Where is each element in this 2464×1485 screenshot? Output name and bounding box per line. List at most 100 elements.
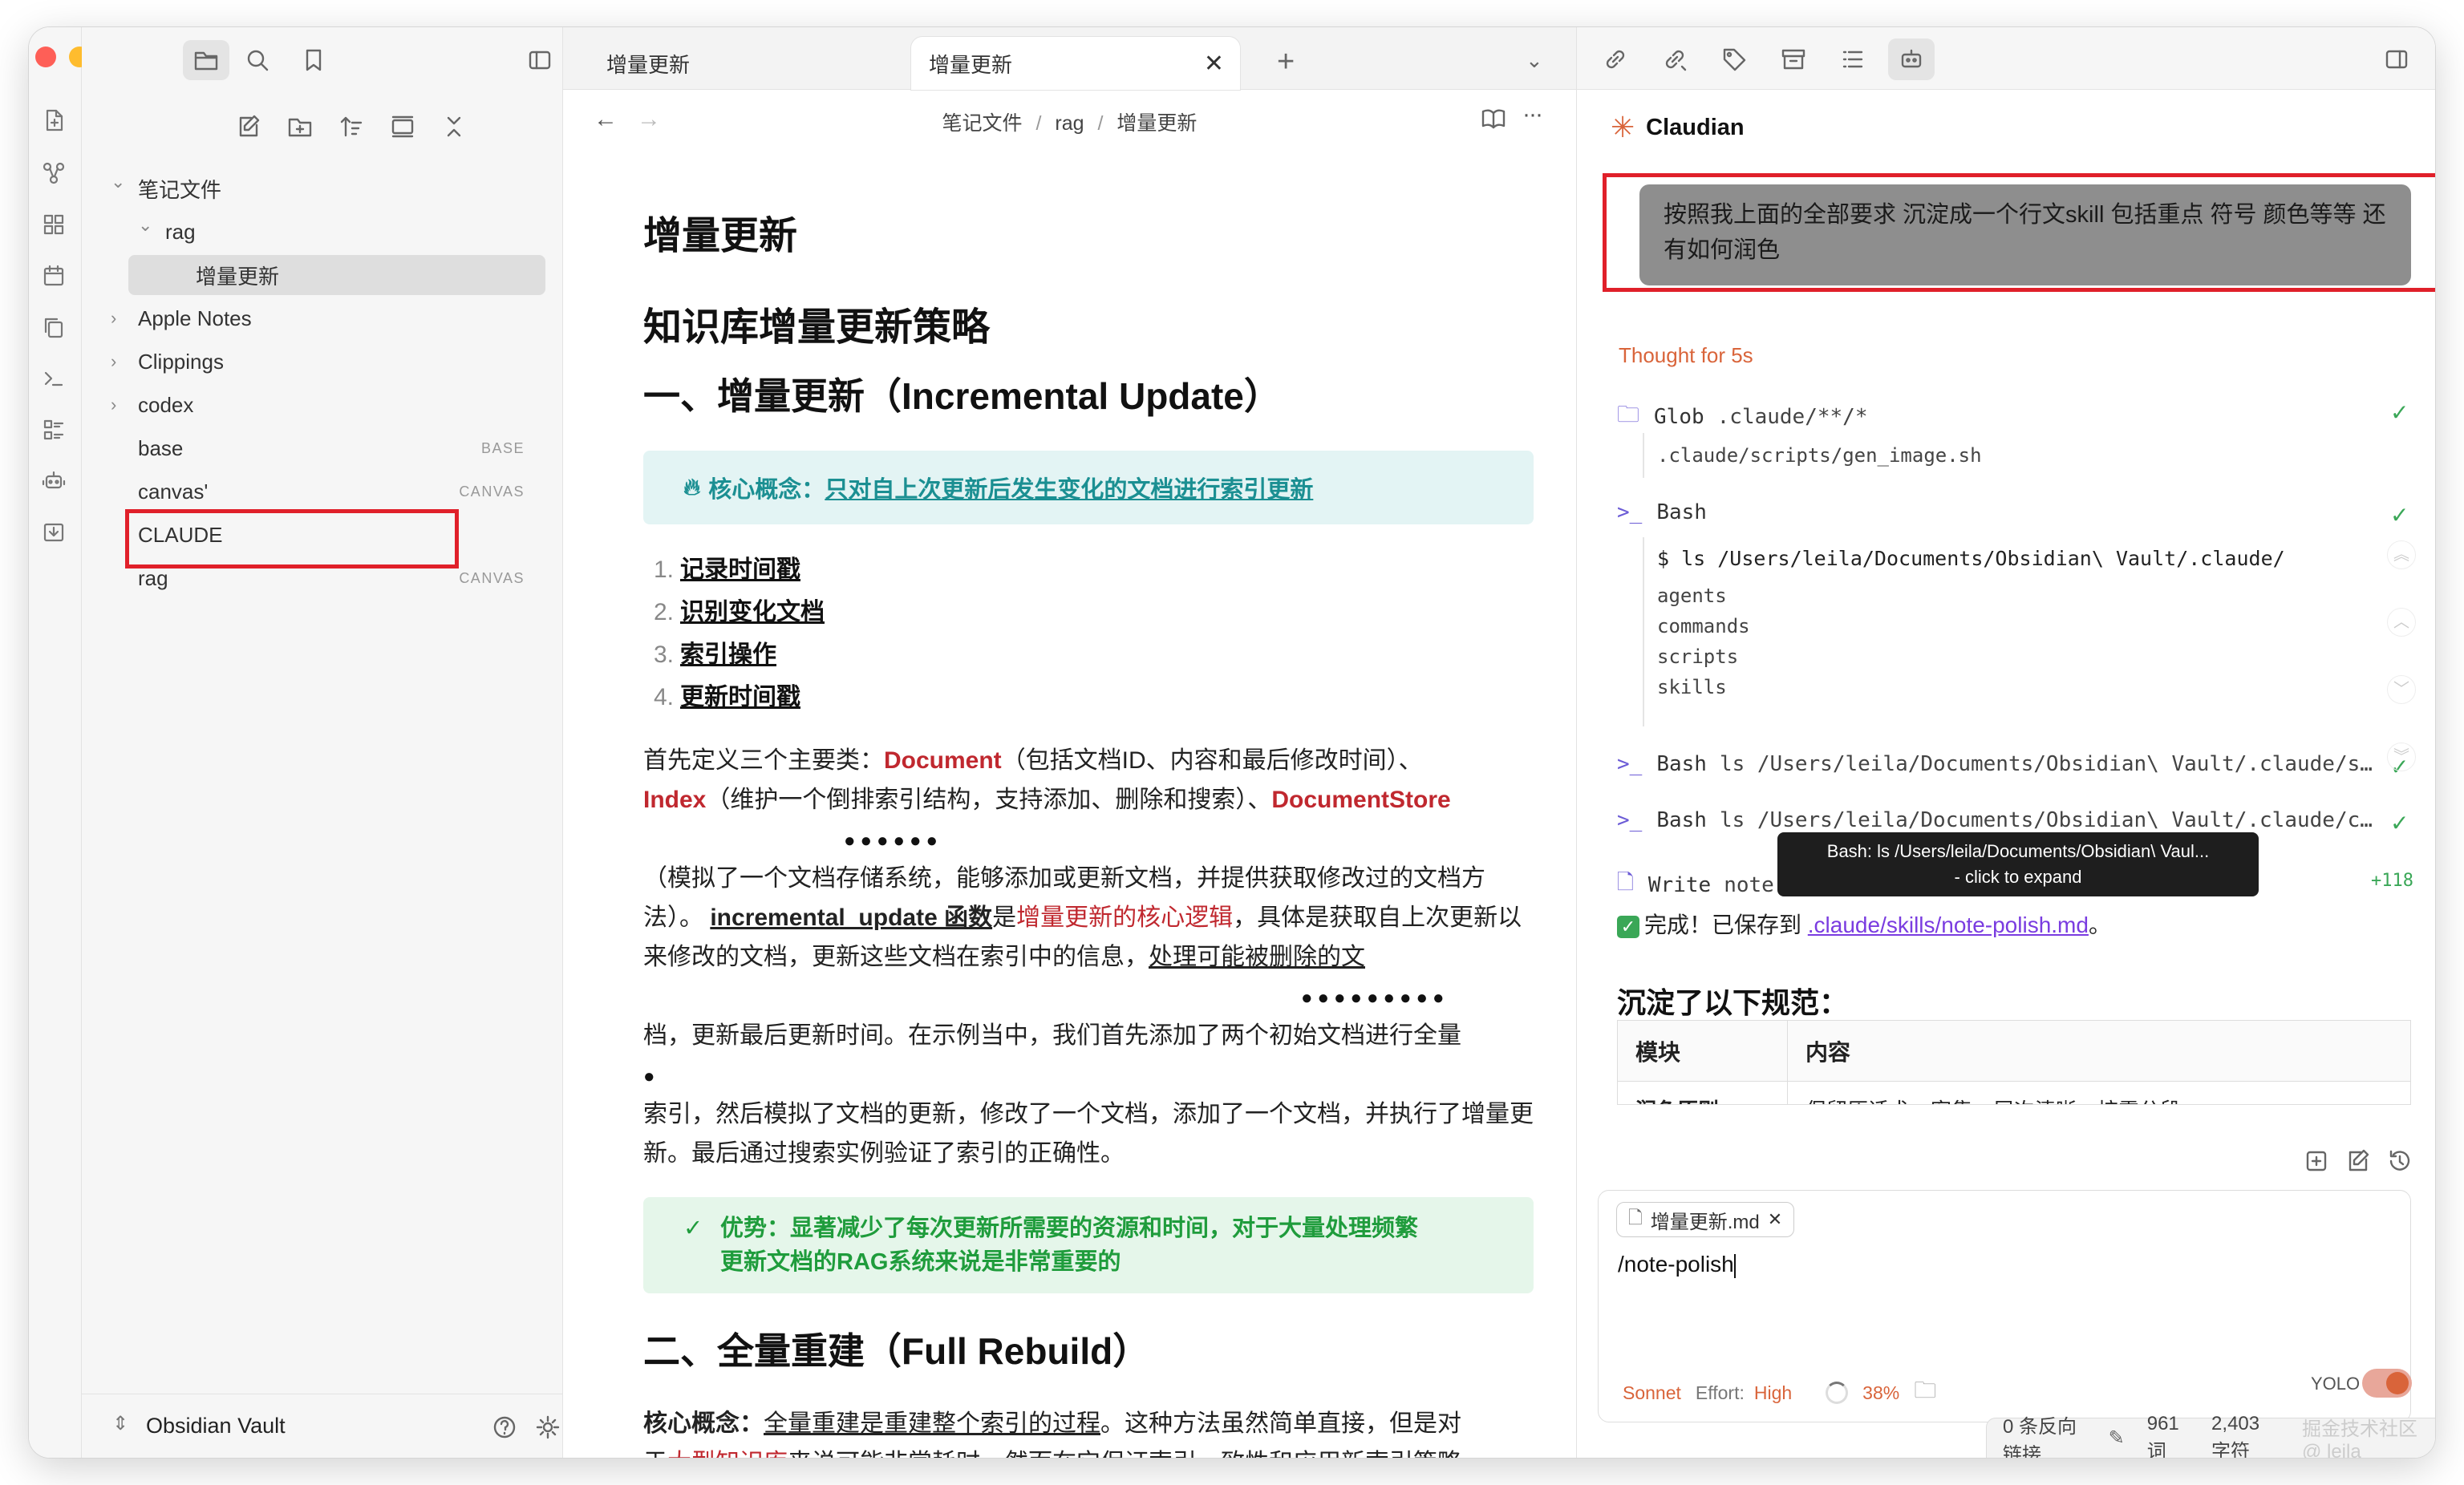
file-type-badge: BASE bbox=[480, 439, 525, 456]
heading-full-rebuild: 二、全量重建（Full Rebuild） bbox=[643, 1330, 1150, 1372]
chevron-right-icon[interactable]: › bbox=[111, 395, 116, 415]
folder-search-icon: 🗀 bbox=[1617, 402, 1640, 427]
help-icon[interactable] bbox=[489, 1412, 520, 1443]
graph-icon[interactable] bbox=[41, 160, 70, 189]
success-check-icon: ✓ bbox=[2390, 503, 2409, 528]
breadcrumb-item[interactable]: 增量更新 bbox=[1116, 112, 1197, 135]
remove-attachment-icon[interactable]: ✕ bbox=[1768, 1209, 1782, 1230]
search-icon[interactable] bbox=[237, 40, 278, 80]
chevron-down-icon[interactable]: ⌄ bbox=[111, 172, 125, 192]
settings-gear-icon[interactable] bbox=[533, 1412, 563, 1443]
highlight-box-message bbox=[1603, 173, 2435, 292]
callout-core-concept: 🔥︎ 核心概念： 只对自上次更新后发生变化的文档进行索引更新 bbox=[643, 451, 1534, 524]
tool-call-bash[interactable]: >_ Bash ls /Users/leila/Documents/Obsidi… bbox=[1617, 752, 2373, 776]
thought-status[interactable]: Thought for 5s bbox=[1619, 343, 1753, 368]
reading-view-book-icon[interactable] bbox=[1477, 103, 1510, 135]
backlinks-count[interactable]: 0 条反向链接 bbox=[2003, 1410, 2086, 1459]
right-sidebar-toggle-icon[interactable] bbox=[2379, 42, 2414, 77]
list-icon[interactable] bbox=[41, 417, 70, 446]
new-chat-icon[interactable] bbox=[2302, 1147, 2331, 1175]
skill-file-link[interactable]: .claude/skills/note-polish.md bbox=[1808, 912, 2089, 937]
highlight-box bbox=[125, 509, 459, 569]
model-selector[interactable]: Sonnet bbox=[1623, 1382, 1681, 1404]
summary-table: 模块 内容 润色原则 保留原话术、客集、层次清晰、按需分段 bbox=[1617, 1020, 2411, 1105]
effort-selector[interactable]: High bbox=[1754, 1382, 1792, 1404]
attachment-chip[interactable]: 🗋 增量更新.md ✕ bbox=[1616, 1202, 1795, 1237]
import-icon[interactable] bbox=[41, 520, 70, 548]
tree-item[interactable]: base BASE bbox=[82, 428, 563, 468]
close-window-button[interactable] bbox=[35, 47, 56, 67]
archive-icon[interactable] bbox=[1776, 42, 1811, 77]
file-plus-icon[interactable] bbox=[41, 107, 70, 136]
table-header: 模块 内容 bbox=[1618, 1021, 2410, 1082]
link-alt-icon[interactable] bbox=[1657, 42, 1692, 77]
tab-list-chevron-down-icon[interactable]: ⌄ bbox=[1526, 48, 1543, 73]
folder-icon[interactable] bbox=[183, 40, 229, 80]
tree-item[interactable]: ⌄ 笔记文件 bbox=[82, 168, 563, 208]
tool-call-glob[interactable]: 🗀 Glob .claude/**/* bbox=[1617, 398, 1867, 436]
summary-heading: 沉淀了以下规范： bbox=[1617, 986, 1849, 1019]
tab-note-2[interactable]: 增量更新 ✕ bbox=[911, 37, 1240, 90]
app-window: ⌄ 笔记文件 ⌄ rag 增量更新 › Apple Notes › Clippings › code… bbox=[29, 27, 2435, 1458]
file-type-badge: CANVAS bbox=[459, 483, 525, 500]
tree-item[interactable]: 增量更新 bbox=[82, 255, 563, 295]
more-options-icon[interactable]: ··· bbox=[1522, 101, 1543, 128]
terminal-icon: >_ bbox=[1617, 752, 1643, 776]
edit-pencil-icon[interactable]: ✎ bbox=[2109, 1426, 2125, 1450]
chat-input-box[interactable]: 🗋 增量更新.md ✕ /note-polish Sonnet Effort: … bbox=[1598, 1190, 2412, 1422]
bookmark-icon[interactable] bbox=[294, 40, 334, 80]
chevron-down-icon[interactable]: ⌄ bbox=[138, 215, 152, 236]
terminal-icon[interactable] bbox=[41, 366, 70, 395]
tree-item[interactable]: › Clippings bbox=[82, 342, 563, 382]
note-content: 增量更新 知识库增量更新策略 一、增量更新（Incremental Update… bbox=[643, 204, 1534, 1458]
bash-output: agents commands scripts skills bbox=[1657, 585, 1750, 698]
history-icon[interactable] bbox=[2385, 1147, 2414, 1175]
chevron-right-icon[interactable]: › bbox=[111, 308, 116, 329]
view-header: ← → 笔记文件 / rag / 增量更新 ··· bbox=[563, 90, 1576, 148]
tree-item-label: Clippings bbox=[138, 349, 224, 374]
collapse-view-icon[interactable] bbox=[385, 109, 420, 144]
scroll-bottom-icon[interactable]: ︾ bbox=[2387, 742, 2416, 771]
tool-call-bash[interactable]: >_ Bash ls /Users/leila/Documents/Obsidi… bbox=[1617, 808, 2373, 832]
status-bar: 0 条反向链接 ✎ 961 词 2,403 字符 掘金技术社区 @ leila bbox=[1986, 1413, 2435, 1458]
breadcrumb-item[interactable]: rag bbox=[1055, 112, 1084, 135]
folder-icon[interactable]: 🗀 bbox=[1914, 1374, 1936, 1412]
robot-icon[interactable] bbox=[41, 468, 70, 497]
close-tab-icon[interactable]: ✕ bbox=[1204, 50, 1224, 78]
scroll-up-icon[interactable]: ︿ bbox=[2387, 608, 2416, 637]
calendar-icon[interactable] bbox=[41, 263, 70, 292]
chevron-right-icon[interactable]: › bbox=[111, 351, 116, 372]
tag-icon[interactable] bbox=[1716, 42, 1752, 77]
vault-name[interactable]: Obsidian Vault bbox=[146, 1414, 286, 1438]
new-note-icon[interactable] bbox=[231, 109, 266, 144]
edit-icon[interactable] bbox=[2344, 1147, 2373, 1175]
close-all-icon[interactable] bbox=[436, 109, 472, 144]
char-count: 2,403 字符 bbox=[2211, 1413, 2260, 1458]
sidebar-toggle-icon[interactable] bbox=[520, 40, 560, 80]
tab-note-1[interactable]: 增量更新 bbox=[587, 37, 900, 90]
tool-call-write[interactable]: 🗋 Write note bbox=[1617, 868, 1774, 903]
word-count: 961 词 bbox=[2146, 1413, 2179, 1458]
tree-item[interactable]: › Apple Notes bbox=[82, 298, 563, 338]
grid-icon[interactable] bbox=[41, 212, 70, 241]
yolo-toggle[interactable] bbox=[2362, 1369, 2412, 1398]
ribbon bbox=[29, 27, 124, 1458]
ordered-list: 1. 记录时间戳 2. 识别变化文档 3. 索引操作 4. 更新时间戳 bbox=[643, 548, 1534, 718]
link-icon[interactable] bbox=[1598, 42, 1633, 77]
scroll-top-icon[interactable]: ︽ bbox=[2387, 540, 2416, 569]
copy-icon[interactable] bbox=[41, 314, 70, 343]
outline-icon[interactable] bbox=[1835, 42, 1870, 77]
sort-icon[interactable] bbox=[334, 109, 369, 144]
terminal-icon: >_ bbox=[1617, 808, 1643, 832]
new-tab-plus-icon[interactable]: + bbox=[1277, 45, 1295, 79]
new-folder-icon[interactable] bbox=[282, 109, 318, 144]
tree-item[interactable]: ⌄ rag bbox=[82, 212, 563, 252]
vault-switch-icon[interactable]: ⇕ bbox=[112, 1412, 128, 1435]
chat-input[interactable]: /note-polish bbox=[1618, 1252, 1736, 1278]
tool-call-bash[interactable]: >_ Bash bbox=[1617, 500, 1707, 524]
tree-item[interactable]: › codex bbox=[82, 385, 563, 425]
breadcrumb-item[interactable]: 笔记文件 bbox=[942, 112, 1023, 135]
tree-item[interactable]: canvas' CANVAS bbox=[82, 471, 563, 512]
scroll-down-icon[interactable]: ﹀ bbox=[2387, 675, 2416, 704]
bot-icon[interactable] bbox=[1888, 38, 1935, 80]
